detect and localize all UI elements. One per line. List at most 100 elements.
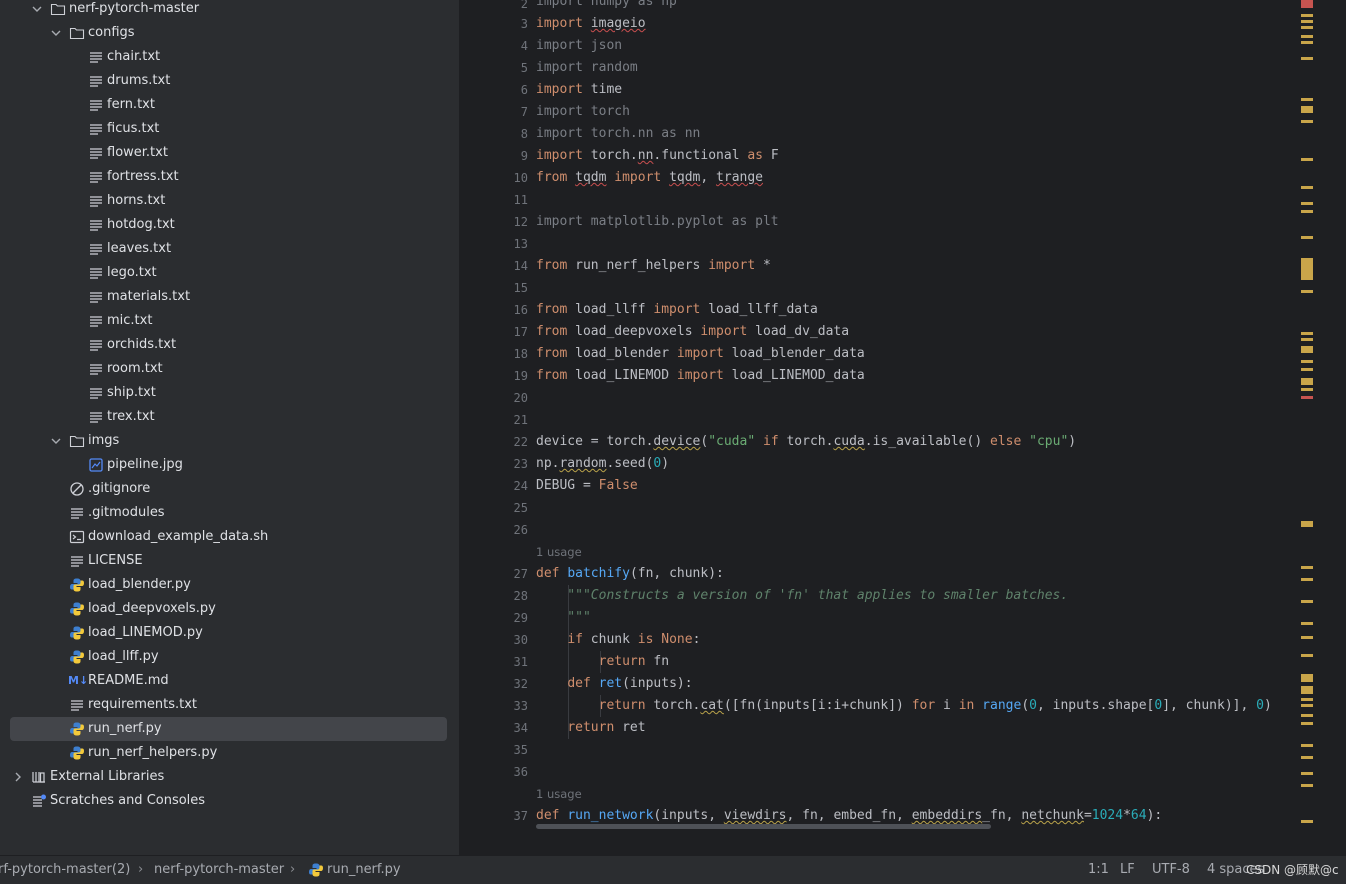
warning-marker[interactable] <box>1301 120 1313 123</box>
warning-marker[interactable] <box>1301 41 1313 44</box>
horizontal-scrollbar[interactable] <box>536 824 991 829</box>
error-marker[interactable] <box>1301 0 1313 8</box>
warning-marker[interactable] <box>1301 388 1313 391</box>
chevron-down-icon[interactable] <box>50 429 62 453</box>
warning-marker[interactable] <box>1301 210 1313 213</box>
tree-file-config[interactable]: mic.txt <box>0 309 459 333</box>
warning-marker[interactable] <box>1301 784 1313 787</box>
warning-marker[interactable] <box>1301 346 1313 353</box>
warning-marker[interactable] <box>1301 20 1313 23</box>
tree-file-shell-script[interactable]: download_example_data.sh <box>0 525 459 549</box>
warning-marker[interactable] <box>1301 622 1313 625</box>
tree-node-external-libraries[interactable]: External Libraries <box>0 765 459 789</box>
warning-marker[interactable] <box>1301 186 1313 189</box>
tree-file-config[interactable]: drums.txt <box>0 69 459 93</box>
chevron-down-icon[interactable] <box>31 0 43 21</box>
warning-marker[interactable] <box>1301 14 1313 17</box>
tree-file-config[interactable]: ship.txt <box>0 381 459 405</box>
warning-marker[interactable] <box>1301 714 1313 717</box>
warning-marker[interactable] <box>1301 772 1313 775</box>
warning-marker[interactable] <box>1301 98 1313 101</box>
warning-marker[interactable] <box>1301 106 1313 113</box>
warning-marker[interactable] <box>1301 578 1313 581</box>
tree-node-root[interactable]: nerf-pytorch-master <box>0 0 459 21</box>
warning-marker[interactable] <box>1301 698 1313 701</box>
tree-file-python[interactable]: load_llff.py <box>0 645 459 669</box>
line-ending[interactable]: LF <box>1120 856 1135 884</box>
python-icon <box>70 746 84 760</box>
vertical-scrollbar[interactable] <box>1315 0 1346 830</box>
tree-file-license[interactable]: LICENSE <box>0 549 459 573</box>
file-encoding[interactable]: UTF-8 <box>1152 856 1190 884</box>
warning-marker[interactable] <box>1301 674 1313 682</box>
warning-marker[interactable] <box>1301 290 1313 293</box>
warning-marker[interactable] <box>1301 158 1313 161</box>
code-line: import torch <box>536 101 630 123</box>
warning-marker[interactable] <box>1301 236 1313 239</box>
tree-file-python-selected[interactable]: run_nerf.py <box>0 717 459 741</box>
tree-file-gitmodules[interactable]: .gitmodules <box>0 501 459 525</box>
tree-file-config[interactable]: lego.txt <box>0 261 459 285</box>
tree-file-requirements[interactable]: requirements.txt <box>0 693 459 717</box>
chevron-down-icon[interactable] <box>50 21 62 45</box>
tree-node-imgs[interactable]: imgs <box>0 429 459 453</box>
caret-position[interactable]: 1:1 <box>1088 856 1109 884</box>
tree-file-config[interactable]: materials.txt <box>0 285 459 309</box>
tree-file-config[interactable]: horns.txt <box>0 189 459 213</box>
warning-marker[interactable] <box>1301 57 1313 60</box>
tree-node-configs[interactable]: configs <box>0 21 459 45</box>
code-editor[interactable]: 2 3 4 5 6 7 8 9 10 11 12 13 14 15 16 17 … <box>460 0 1315 830</box>
line-number: 4 <box>520 39 528 53</box>
warning-marker[interactable] <box>1301 722 1313 725</box>
warning-marker[interactable] <box>1301 332 1313 335</box>
tree-node-scratches[interactable]: Scratches and Consoles <box>0 789 459 813</box>
warning-marker[interactable] <box>1301 686 1313 694</box>
warning-marker[interactable] <box>1301 756 1313 759</box>
warning-marker[interactable] <box>1301 654 1313 657</box>
breadcrumb-item[interactable]: run_nerf.py <box>327 856 401 884</box>
tree-file-config[interactable]: flower.txt <box>0 141 459 165</box>
file-label: mic.txt <box>107 313 153 328</box>
chevron-right-icon: › <box>138 862 144 877</box>
line-number: 35 <box>513 743 528 757</box>
tree-file-config[interactable]: hotdog.txt <box>0 213 459 237</box>
warning-marker[interactable] <box>1301 338 1313 341</box>
warning-marker[interactable] <box>1301 521 1313 527</box>
tree-file-markdown[interactable]: M↓ README.md <box>0 669 459 693</box>
tree-file-gitignore[interactable]: .gitignore <box>0 477 459 501</box>
usage-hint[interactable]: 1 usage <box>536 541 582 563</box>
warning-marker[interactable] <box>1301 636 1313 639</box>
tree-file-image[interactable]: pipeline.jpg <box>0 453 459 477</box>
warning-marker[interactable] <box>1301 258 1313 280</box>
chevron-right-icon[interactable] <box>12 765 24 789</box>
tree-file-config[interactable]: chair.txt <box>0 45 459 69</box>
warning-marker[interactable] <box>1301 378 1313 385</box>
tree-file-config[interactable]: fortress.txt <box>0 165 459 189</box>
tree-file-python[interactable]: load_deepvoxels.py <box>0 597 459 621</box>
tree-file-config[interactable]: ficus.txt <box>0 117 459 141</box>
tree-file-config[interactable]: trex.txt <box>0 405 459 429</box>
warning-marker[interactable] <box>1301 360 1313 363</box>
warning-marker[interactable] <box>1301 704 1313 707</box>
tree-file-config[interactable]: fern.txt <box>0 93 459 117</box>
tree-file-python[interactable]: run_nerf_helpers.py <box>0 741 459 765</box>
warning-marker[interactable] <box>1301 26 1313 29</box>
warning-marker[interactable] <box>1301 820 1313 823</box>
file-label: ship.txt <box>107 385 156 400</box>
warning-marker[interactable] <box>1301 566 1313 569</box>
warning-marker[interactable] <box>1301 600 1313 603</box>
warning-marker[interactable] <box>1301 744 1313 747</box>
warning-marker[interactable] <box>1301 368 1313 371</box>
tree-file-python[interactable]: load_blender.py <box>0 573 459 597</box>
breadcrumb-item[interactable]: rf-pytorch-master(2) <box>0 856 130 884</box>
code-text: """Constructs a version of 'fn' that app… <box>536 588 1069 603</box>
error-marker[interactable] <box>1301 396 1313 399</box>
breadcrumb-item[interactable]: nerf-pytorch-master <box>154 856 284 884</box>
warning-marker[interactable] <box>1301 35 1313 38</box>
tree-file-config[interactable]: room.txt <box>0 357 459 381</box>
warning-marker[interactable] <box>1301 202 1313 205</box>
tree-file-config[interactable]: orchids.txt <box>0 333 459 357</box>
tree-file-python[interactable]: load_LINEMOD.py <box>0 621 459 645</box>
usage-hint[interactable]: 1 usage <box>536 783 582 805</box>
tree-file-config[interactable]: leaves.txt <box>0 237 459 261</box>
